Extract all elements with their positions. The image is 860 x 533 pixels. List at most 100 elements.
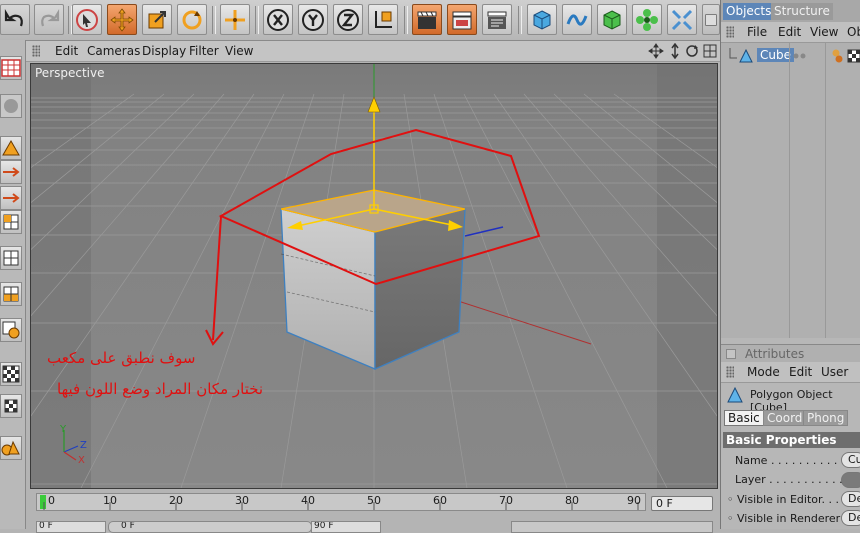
grid-highlight-icon (3, 286, 19, 302)
menu-user[interactable]: User (821, 365, 848, 379)
add-spline-button[interactable] (562, 4, 592, 35)
attributes-tabs: Basic Coord. Phong (721, 409, 860, 427)
playback-controls[interactable] (511, 521, 713, 533)
model-mode-button[interactable] (0, 94, 22, 118)
visible-editor-dropdown[interactable]: De (841, 491, 860, 507)
make-editable-button[interactable] (0, 56, 22, 80)
world-axis-button[interactable] (220, 4, 250, 35)
visibility-dots-icon[interactable] (793, 51, 807, 61)
z-axis-lock-button[interactable] (333, 4, 363, 35)
uv-points-button[interactable] (0, 246, 22, 270)
menu-edit[interactable]: Edit (778, 25, 801, 39)
viewport-scene (31, 64, 717, 488)
model-icon (4, 99, 18, 113)
tab-basic[interactable]: Basic (724, 410, 764, 426)
menu-file[interactable]: File (747, 25, 767, 39)
timeline-ruler[interactable]: 0 10 20 30 40 50 60 70 80 90 (36, 493, 646, 511)
toolbar-separator (518, 6, 522, 34)
tab-structure[interactable]: Structure (771, 3, 833, 20)
points-mode-button[interactable] (0, 136, 22, 160)
undo-icon (4, 8, 23, 26)
polygons-mode-button[interactable] (0, 210, 22, 234)
scale-tool-button[interactable] (142, 4, 172, 35)
start-frame-field[interactable]: 0 F (36, 521, 106, 533)
menu-edit[interactable]: Edit (789, 365, 812, 379)
end-frame-field[interactable]: 90 F (311, 521, 381, 533)
menu-mode[interactable]: Mode (747, 365, 780, 379)
name-field[interactable]: Cu (841, 452, 860, 468)
add-array-button[interactable] (632, 4, 662, 35)
menu-edit[interactable]: Edit (55, 44, 78, 58)
tag-icons[interactable] (831, 48, 860, 64)
tick-60: 60 (433, 494, 447, 507)
tab-phong[interactable]: Phong (803, 410, 849, 426)
field-label-visible-editor: ◦ Visible in Editor. . . . (727, 493, 846, 506)
generator-cube-icon (603, 9, 621, 30)
menu-objects[interactable]: Ob (847, 25, 860, 39)
redo-button[interactable] (34, 4, 64, 35)
render-settings-button[interactable] (482, 4, 512, 35)
tick-70: 70 (499, 494, 513, 507)
uv-polygons-button[interactable] (0, 282, 22, 306)
menu-view[interactable]: View (810, 25, 838, 39)
menu-view[interactable]: View (225, 44, 253, 58)
add-generator-button[interactable] (597, 4, 627, 35)
preview-range-slider[interactable]: 0 F (108, 521, 312, 533)
render-picture-viewer-button[interactable] (447, 4, 477, 35)
triangle-icon (2, 139, 20, 156)
pan-view-icon[interactable] (648, 43, 664, 59)
right-panel: Objects Structure File Edit View Ob Cube… (720, 0, 860, 529)
field-label-layer: Layer . . . . . . . . . . . (735, 473, 843, 486)
object-row-cube[interactable]: Cube (723, 47, 860, 65)
tab-objects[interactable]: Objects (723, 3, 775, 20)
menu-filter[interactable]: Filter (189, 44, 219, 58)
crosshair-icon (225, 9, 245, 30)
object-manager-tabs: Objects Structure (721, 0, 860, 22)
viewport-navigation-icons[interactable] (648, 43, 720, 59)
safe-frame-right (657, 64, 717, 488)
object-manager-menu: File Edit View Ob (721, 22, 860, 43)
texture-mode-button[interactable] (0, 318, 22, 342)
spline-icon (566, 13, 588, 26)
menu-grip-icon (726, 26, 734, 38)
texture-gear-icon (2, 321, 20, 339)
menu-grip-icon (726, 366, 734, 378)
gizmo-y-label: Y (60, 424, 67, 435)
render-view-button[interactable] (412, 4, 442, 35)
sculpt-button[interactable] (0, 436, 22, 460)
y-axis-icon (302, 8, 324, 31)
coordinate-system-button[interactable] (368, 4, 398, 35)
workplane-button[interactable] (0, 362, 22, 386)
y-axis-lock-button[interactable] (298, 4, 328, 35)
tick-90: 90 (627, 494, 641, 507)
coordinate-system-icon (375, 10, 392, 28)
snap-button[interactable] (0, 394, 22, 418)
current-frame-field[interactable]: 0 F (651, 496, 713, 511)
column-divider (825, 43, 826, 338)
x-axis-lock-button[interactable] (263, 4, 293, 35)
perspective-viewport[interactable]: Perspective سوف نطبق على مكعب نختار مكان… (30, 63, 718, 489)
add-cube-button[interactable] (527, 4, 557, 35)
axis-mode-button[interactable] (0, 160, 22, 184)
undo-button[interactable] (0, 4, 30, 35)
visible-renderer-dropdown[interactable]: De (841, 510, 860, 526)
rotate-tool-button[interactable] (177, 4, 207, 35)
grid-icon (3, 214, 19, 230)
menu-display[interactable]: Display (142, 44, 186, 58)
zoom-view-icon[interactable] (671, 43, 679, 59)
edges-mode-button[interactable] (0, 186, 22, 210)
toggle-view-icon[interactable] (703, 44, 717, 58)
add-scene-button[interactable] (702, 4, 720, 35)
attributes-menu: Mode Edit User (721, 362, 860, 383)
scene-icon (705, 13, 717, 26)
live-selection-button[interactable] (72, 4, 102, 35)
rotate-view-icon[interactable] (686, 45, 698, 57)
tick-50: 50 (367, 494, 381, 507)
clapboard-settings-icon (487, 11, 507, 29)
add-deformer-button[interactable] (667, 4, 697, 35)
move-tool-button[interactable] (107, 4, 137, 35)
panel-toggle-icon[interactable] (726, 349, 736, 359)
attributes-header: Attributes (721, 344, 860, 363)
layer-field[interactable] (841, 472, 860, 488)
menu-cameras[interactable]: Cameras (87, 44, 140, 58)
